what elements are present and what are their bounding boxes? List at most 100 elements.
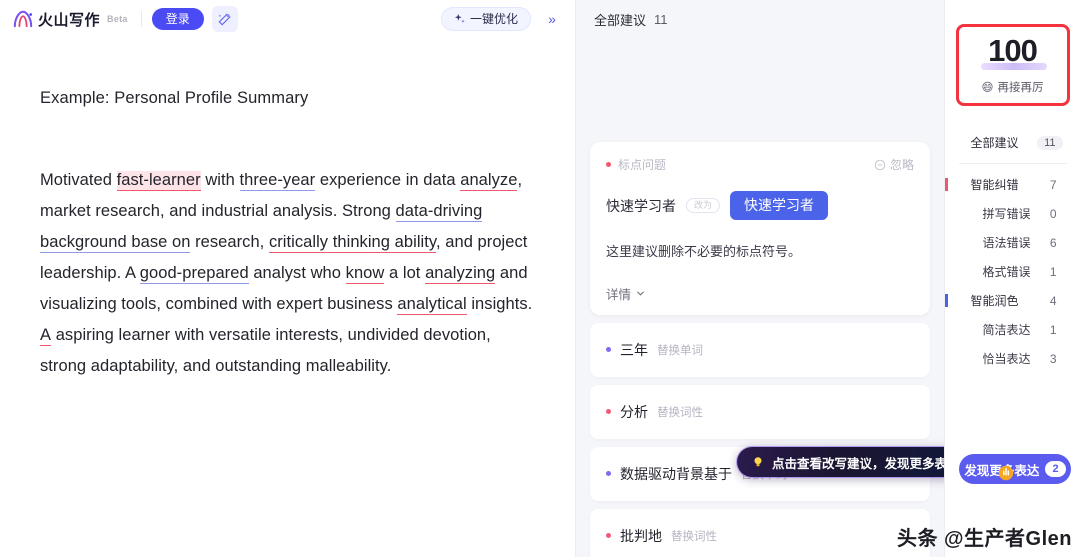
top-toolbar: 火山写作 Beta 登录 一键优化 » — [0, 0, 575, 38]
suggestion-item-word: 批判地 — [620, 527, 662, 544]
chevron-down-icon — [637, 291, 644, 296]
polish-mark[interactable]: good-prepared — [139, 263, 249, 284]
sidebar-nav-item[interactable]: 拼写错误 0 — [945, 199, 1080, 228]
original-text: 快速学习者 — [606, 197, 676, 214]
error-mark-grammar[interactable]: critically thinking ability — [268, 232, 436, 253]
suggestion-item-word: 数据驱动背景基于 — [620, 465, 732, 482]
collapse-panel-button[interactable]: » — [539, 6, 565, 32]
error-mark-grammar[interactable]: know — [345, 263, 385, 284]
document-text: aspiring learner with versatile interest… — [40, 325, 491, 375]
document-text: with — [200, 170, 240, 189]
magic-wand-icon — [218, 12, 231, 26]
suggestion-type-label: 标点问题 — [618, 158, 667, 172]
score-caption-label: 再接再厉 — [997, 82, 1044, 94]
suggestion-type-tag: 标点问题 — [606, 156, 666, 173]
sidebar-nav-label: 简洁表达 — [982, 323, 1031, 337]
sparkle-icon — [454, 13, 465, 23]
suggestion-list-item[interactable]: 三年 替换单词 — [590, 322, 930, 377]
sidebar-nav: 全部建议 11 智能纠错 7 拼写错误 0 语法错误 6 格式错误 1 智能润色 4 简洁表达 1 恰当表达… — [944, 128, 1080, 373]
nav-divider — [958, 163, 1067, 164]
nav-active-marker — [944, 294, 948, 307]
error-mark-grammar[interactable]: analyzing — [425, 263, 496, 284]
sidebar-nav-count: 1 — [1049, 322, 1057, 337]
toolbar-divider — [140, 11, 142, 27]
optimize-button-label: 一键优化 — [469, 12, 518, 26]
sidebar-nav-count: 7 — [1049, 177, 1057, 192]
nav-active-marker — [944, 178, 948, 191]
sidebar-nav-item[interactable]: 恰当表达 3 — [945, 344, 1080, 373]
suggestion-item-kind: 替换词性 — [671, 530, 717, 543]
magic-wand-button[interactable] — [211, 6, 238, 32]
suggestion-explanation: 这里建议删除不必要的标点符号。 — [606, 244, 802, 260]
suggestions-header-count: 11 — [654, 11, 668, 27]
sidebar-nav-label: 恰当表达 — [982, 352, 1031, 366]
sidebar-nav-count: 11 — [1037, 135, 1063, 150]
details-label: 详情 — [606, 287, 632, 302]
suggestions-header: 全部建议 11 — [576, 0, 944, 38]
details-expander[interactable]: 详情 — [606, 284, 914, 303]
sidebar-nav-label: 语法错误 — [982, 236, 1031, 250]
error-mark-grammar[interactable]: analyze — [460, 170, 518, 191]
discover-more-button[interactable]: 发现更多表达 2 — [959, 454, 1071, 484]
suggestions-header-title: 全部建议 — [594, 12, 647, 28]
sidebar-nav-item[interactable]: 智能纠错 7 — [944, 170, 1080, 199]
one-click-optimize-button[interactable]: 一键优化 — [440, 7, 531, 31]
sidebar-nav-label: 全部建议 — [970, 136, 1019, 150]
pink-dot-icon — [606, 409, 611, 415]
sidebar-nav-count: 4 — [1049, 293, 1057, 308]
score-card: 100 😄 再接再厉 — [955, 24, 1070, 106]
tooltip-text: 点击查看改写建议，发现更多表达 — [772, 456, 960, 471]
rewrite-hint-tooltip: 点击查看改写建议，发现更多表达 — [737, 447, 974, 477]
ignore-button-label: 忽略 — [889, 158, 914, 172]
suggestion-card-active[interactable]: 标点问题 忽略 快速学习者 改为 快速学习者 这里建议删除不必要的标点符号。 详… — [590, 142, 930, 315]
score-value: 100 — [988, 33, 1038, 68]
document-area[interactable]: Example: Personal Profile Summary Motiva… — [0, 38, 575, 557]
sidebar-nav-item[interactable]: 全部建议 11 — [945, 128, 1080, 157]
suggestion-card-header: 标点问题 忽略 — [606, 156, 914, 173]
score-caption: 😄 再接再厉 — [982, 79, 1044, 95]
sidebar-nav-label: 格式错误 — [982, 265, 1031, 279]
violet-dot-icon — [606, 471, 611, 477]
beta-badge: Beta — [107, 14, 128, 24]
pink-dot-icon — [606, 533, 611, 539]
error-mark-grammar[interactable]: analytical — [397, 294, 467, 315]
watermark: 头条 @生产者Glen — [896, 528, 1072, 550]
polish-mark[interactable]: three-year — [239, 170, 316, 191]
apply-replacement-button[interactable]: 快速学习者 — [730, 191, 829, 221]
suggestion-item-kind: 替换单词 — [657, 344, 703, 357]
sidebar-nav-count: 3 — [1049, 351, 1057, 366]
sidebar-nav-label: 智能纠错 — [970, 178, 1019, 192]
document-text: research, — [190, 232, 269, 251]
red-dot-icon — [606, 162, 611, 167]
sidebar-nav-item[interactable]: 语法错误 6 — [945, 228, 1080, 257]
change-to-label: 改为 — [694, 200, 713, 211]
suggestions-list[interactable]: 标点问题 忽略 快速学习者 改为 快速学习者 这里建议删除不必要的标点符号。 详… — [576, 38, 944, 557]
app-logo[interactable]: 火山写作 Beta — [12, 9, 131, 30]
hand-cursor-icon — [998, 465, 1014, 481]
error-mark-active[interactable]: fast-learner — [116, 170, 201, 191]
login-button[interactable]: 登录 — [151, 8, 204, 30]
document-text: a lot — [384, 263, 426, 282]
sidebar-nav-label: 智能润色 — [970, 294, 1019, 308]
app-logo-text: 火山写作 — [38, 11, 101, 29]
sidebar-nav-count: 0 — [1049, 206, 1057, 221]
sidebar-nav-item[interactable]: 智能润色 4 — [944, 286, 1080, 315]
document-title: Example: Personal Profile Summary — [40, 89, 309, 107]
sidebar-nav-count: 6 — [1049, 235, 1057, 250]
score-emoji-icon: 😄 — [981, 82, 994, 94]
suggestion-list-item[interactable]: 批判地 替换词性 — [590, 508, 930, 557]
document-text: insights. — [466, 294, 533, 313]
sidebar-nav-item[interactable]: 格式错误 1 — [945, 257, 1080, 286]
suggestion-list-item[interactable]: 分析 替换词性 — [590, 384, 930, 439]
error-mark-grammar[interactable]: A — [40, 325, 52, 346]
discover-more-count: 2 — [1045, 460, 1066, 478]
sidebar-nav-item[interactable]: 简洁表达 1 — [945, 315, 1080, 344]
document-text: analyst who — [248, 263, 346, 282]
document-text: Motivated — [40, 170, 117, 189]
ignore-suggestion-button[interactable]: 忽略 — [874, 156, 914, 173]
suggestion-item-word: 三年 — [620, 341, 648, 358]
document-body[interactable]: Motivated fast-learner with three-year e… — [40, 165, 535, 382]
replacement-row: 快速学习者 改为 快速学习者 — [606, 191, 914, 221]
violet-dot-icon — [606, 347, 611, 353]
suggestions-pane: 全部建议 11 标点问题 忽略 快速学习者 改为 快速学习者 这里建议删除不必要… — [576, 0, 974, 557]
